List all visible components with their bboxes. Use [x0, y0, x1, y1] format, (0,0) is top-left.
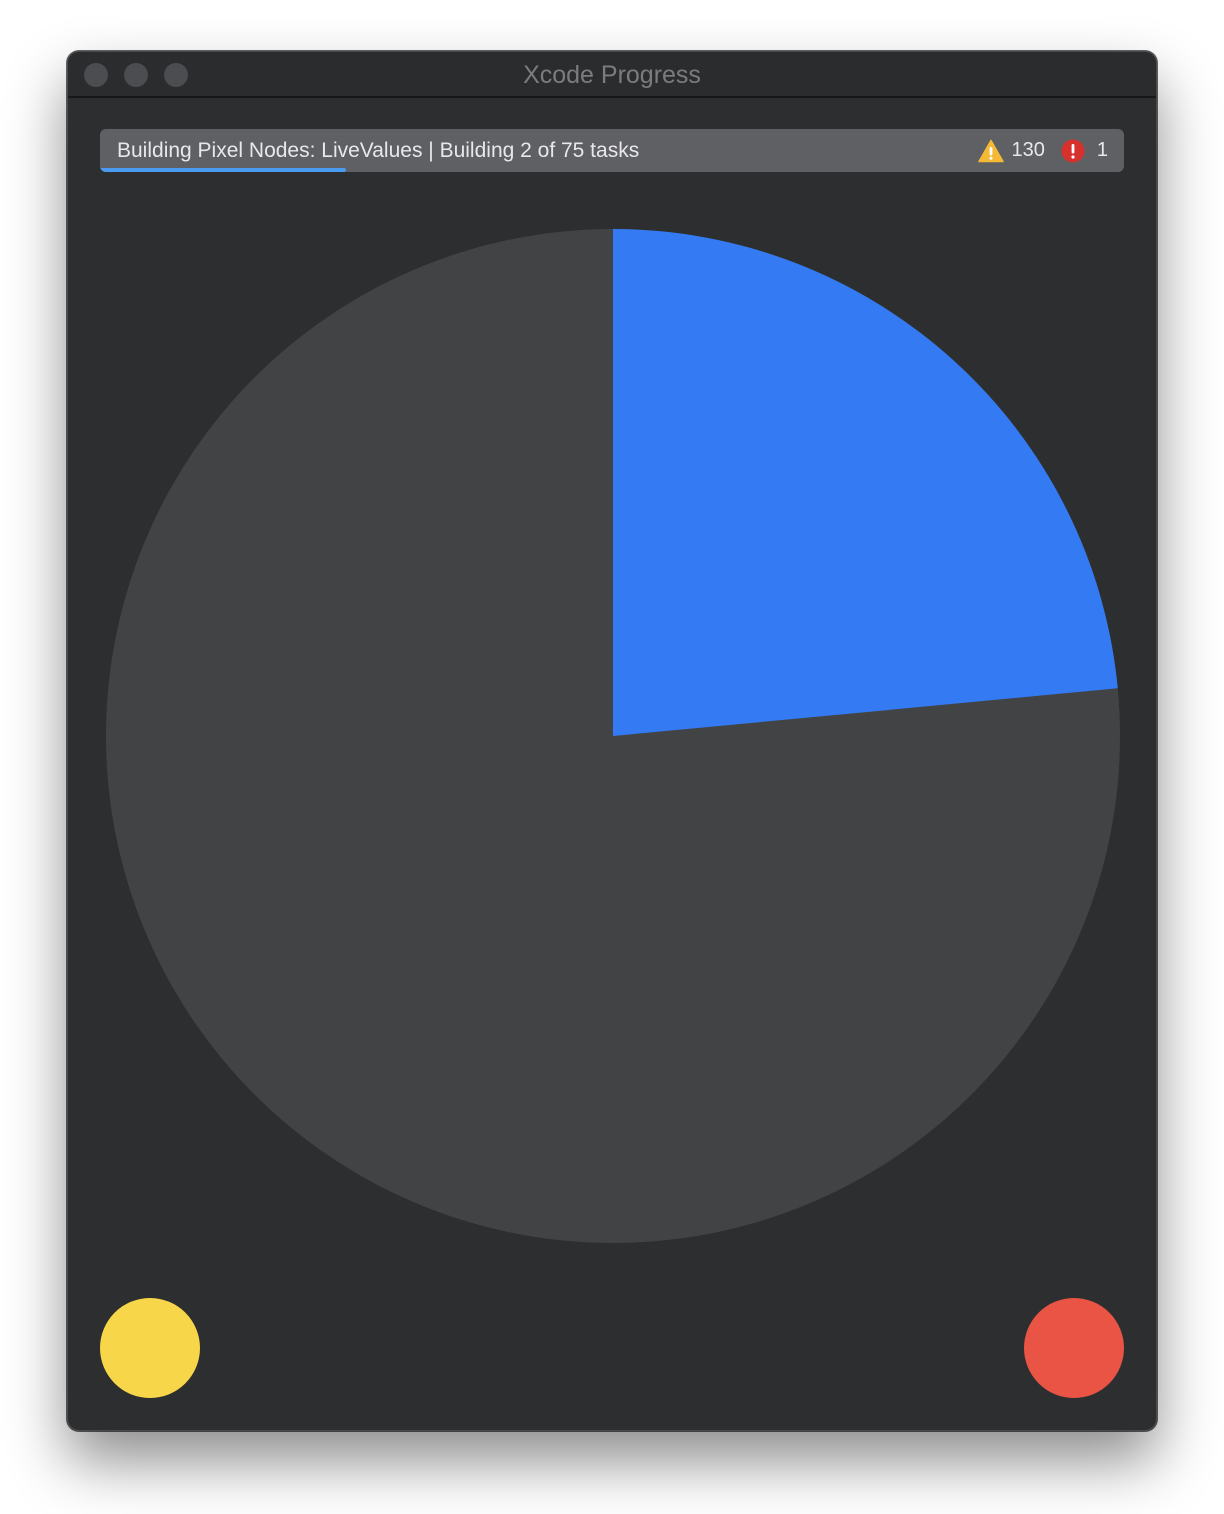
warning-triangle-icon [977, 139, 1004, 162]
error-exclamation-icon [1061, 139, 1085, 162]
error-indicator-dot [1024, 1298, 1124, 1398]
warning-indicator-dot [100, 1298, 200, 1398]
error-count: 1 [1096, 139, 1108, 161]
xcode-progress-window: Xcode Progress Building Pixel Nodes: Liv… [67, 51, 1157, 1431]
title-bar: Xcode Progress [68, 52, 1156, 98]
issue-counts[interactable]: 130 1 [977, 129, 1108, 172]
build-status-text: Building Pixel Nodes: LiveValues | Build… [117, 139, 640, 162]
progress-pie-chart [106, 229, 1120, 1243]
build-status-bar[interactable]: Building Pixel Nodes: LiveValues | Build… [100, 129, 1124, 172]
pie-progress-slice [613, 229, 1118, 736]
warning-count: 130 [1011, 139, 1045, 161]
window-title: Xcode Progress [523, 61, 701, 89]
build-progress-fill [100, 168, 346, 172]
build-progress-track [100, 168, 1124, 172]
